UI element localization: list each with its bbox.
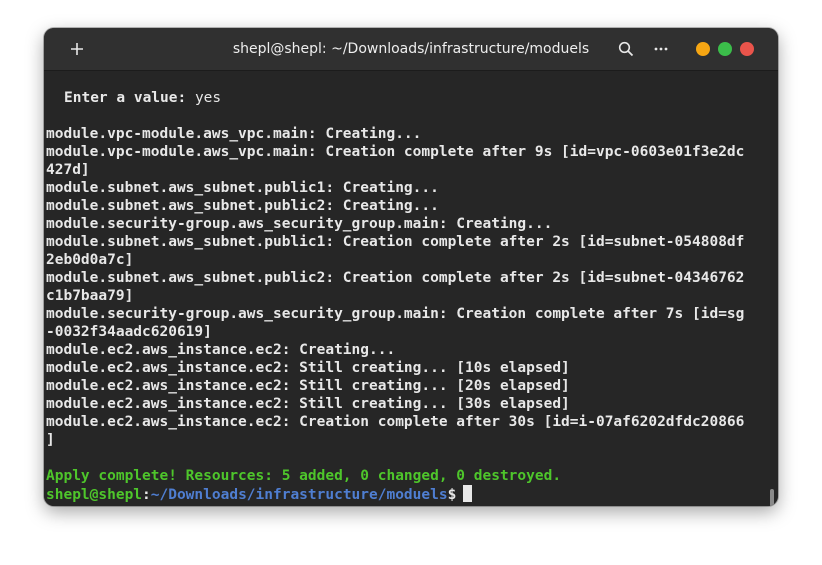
shell-prompt[interactable]: shepl@shepl:~/Downloads/infrastructure/m… bbox=[46, 485, 764, 503]
menu-button[interactable] bbox=[646, 34, 676, 64]
terminal-window: shepl@shepl: ~/Downloads/infrastructure/… bbox=[44, 28, 778, 506]
prompt-line: Enter a value: yes bbox=[46, 89, 764, 107]
close-button[interactable] bbox=[740, 42, 754, 56]
shell-user: shepl@shepl bbox=[46, 487, 143, 503]
scrollbar[interactable] bbox=[770, 489, 774, 506]
output-line: module.security-group.aws_security_group… bbox=[46, 216, 553, 232]
search-button[interactable] bbox=[611, 34, 641, 64]
output-line: ] bbox=[46, 432, 55, 448]
apply-message: Apply complete! Resources: 5 added, 0 ch… bbox=[46, 468, 562, 484]
shell-sep: : bbox=[142, 487, 151, 503]
plus-icon bbox=[71, 43, 83, 55]
output-line: -0032f34aadc620619] bbox=[46, 324, 212, 340]
shell-symbol: $ bbox=[447, 487, 457, 503]
new-tab-button[interactable] bbox=[62, 34, 92, 64]
output-line: module.vpc-module.aws_vpc.main: Creation… bbox=[46, 144, 745, 160]
output-line: module.ec2.aws_instance.ec2: Creating... bbox=[46, 342, 396, 358]
output-line: module.ec2.aws_instance.ec2: Still creat… bbox=[46, 378, 570, 394]
output-line: module.subnet.aws_subnet.public1: Creati… bbox=[46, 234, 745, 250]
window-title: shepl@shepl: ~/Downloads/infrastructure/… bbox=[232, 41, 590, 57]
output-lines: module.vpc-module.aws_vpc.main: Creating… bbox=[46, 125, 764, 449]
shell-path: ~/Downloads/infrastructure/moduels bbox=[150, 487, 448, 503]
text-cursor bbox=[463, 485, 473, 502]
output-line: c1b7baa79] bbox=[46, 288, 134, 304]
output-line: module.ec2.aws_instance.ec2: Still creat… bbox=[46, 360, 570, 376]
output-line: 2eb0d0a7c] bbox=[46, 252, 134, 268]
output-line: module.security-group.aws_security_group… bbox=[46, 306, 745, 322]
minimize-button[interactable] bbox=[696, 42, 710, 56]
output-line: module.subnet.aws_subnet.public2: Creati… bbox=[46, 198, 439, 214]
output-line: module.vpc-module.aws_vpc.main: Creating… bbox=[46, 126, 422, 142]
prompt-value: yes bbox=[186, 90, 222, 106]
maximize-button[interactable] bbox=[718, 42, 732, 56]
terminal-output[interactable]: Enter a value: yes module.vpc-module.aws… bbox=[44, 71, 778, 506]
output-line: module.ec2.aws_instance.ec2: Creation co… bbox=[46, 414, 745, 430]
output-line: module.subnet.aws_subnet.public2: Creati… bbox=[46, 270, 745, 286]
title-bar: shepl@shepl: ~/Downloads/infrastructure/… bbox=[44, 28, 778, 71]
search-icon bbox=[618, 41, 634, 57]
prompt-label: Enter a value: bbox=[64, 90, 187, 106]
output-line: module.subnet.aws_subnet.public1: Creati… bbox=[46, 180, 439, 196]
ellipsis-icon bbox=[654, 47, 668, 51]
output-line: 427d] bbox=[46, 162, 90, 178]
output-line: module.ec2.aws_instance.ec2: Still creat… bbox=[46, 396, 570, 412]
